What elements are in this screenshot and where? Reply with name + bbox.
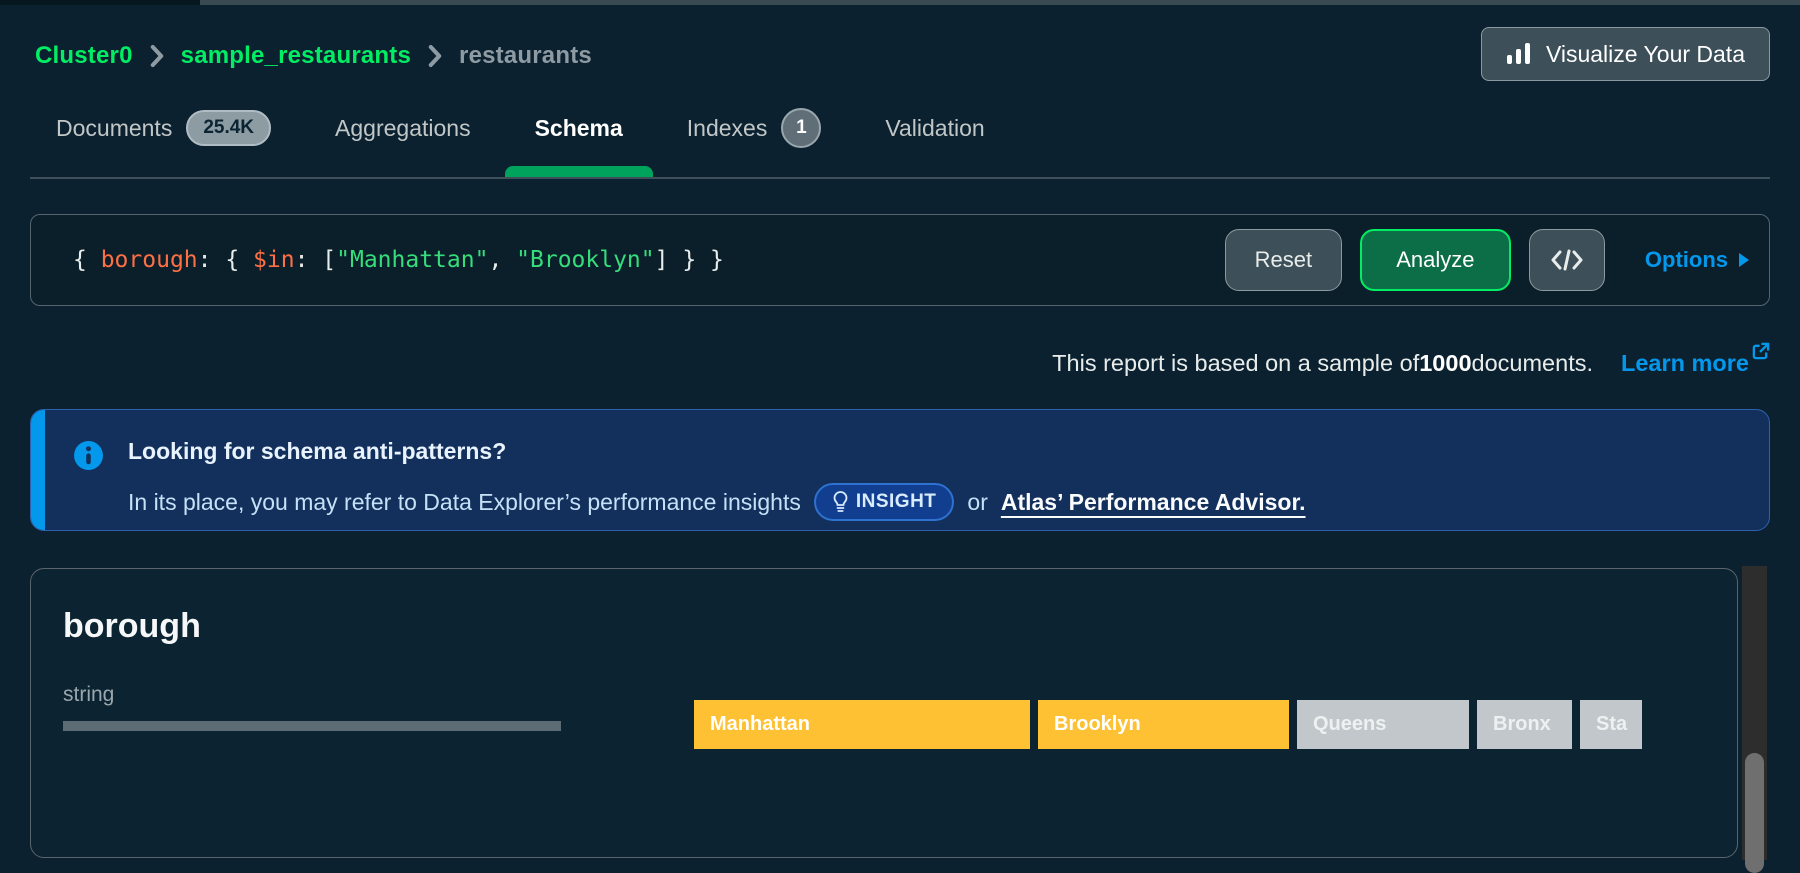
- chevron-right-icon: [148, 44, 166, 68]
- visualize-button-label: Visualize Your Data: [1546, 41, 1745, 68]
- scrollbar-track[interactable]: [1742, 566, 1767, 860]
- tab-documents[interactable]: Documents 25.4K: [56, 100, 271, 156]
- schema-anti-patterns-banner: Looking for schema anti-patterns? In its…: [30, 409, 1770, 531]
- export-to-language-button[interactable]: [1529, 229, 1605, 291]
- tab-label: Aggregations: [335, 115, 471, 142]
- banner-body: In its place, you may refer to Data Expl…: [128, 482, 1306, 522]
- tab-label: Schema: [535, 115, 623, 142]
- window-top-strip: [0, 0, 1800, 5]
- value-bar-brooklyn[interactable]: Brooklyn: [1038, 700, 1289, 749]
- breadcrumb-database[interactable]: sample_restaurants: [181, 42, 411, 70]
- query-input[interactable]: { borough: { $in: ["Manhattan", "Brookly…: [73, 247, 1225, 273]
- report-doc-count: 1000: [1419, 350, 1471, 377]
- schema-field-card-borough: borough string Manhattan Brooklyn Queens…: [30, 568, 1738, 858]
- query-segment: $in: [253, 247, 295, 273]
- tab-schema[interactable]: Schema: [535, 100, 623, 156]
- tab-validation[interactable]: Validation: [885, 100, 984, 156]
- learn-more-label: Learn more: [1621, 350, 1749, 377]
- banner-accent-stripe: [31, 410, 45, 530]
- tabs-divider: [30, 177, 1770, 179]
- field-type-label[interactable]: string: [63, 683, 114, 707]
- schema-tab-page: { "page": { "bg": "#0C2130", "accent_gre…: [0, 0, 1800, 860]
- query-bar: { borough: { $in: ["Manhattan", "Brookly…: [30, 214, 1770, 306]
- tab-label: Validation: [885, 115, 984, 142]
- caret-right-icon: [1739, 253, 1749, 267]
- field-type-distribution-bar[interactable]: [63, 721, 561, 731]
- scrollbar-thumb[interactable]: [1745, 753, 1764, 873]
- code-icon: [1550, 248, 1584, 272]
- query-segment: "Brooklyn": [516, 247, 654, 273]
- tab-label: Documents: [56, 115, 172, 142]
- value-bar-queens[interactable]: Queens: [1297, 700, 1469, 749]
- visualize-your-data-button[interactable]: Visualize Your Data: [1481, 27, 1770, 81]
- insight-badge-label: INSIGHT: [856, 491, 937, 513]
- field-name: borough: [63, 607, 201, 646]
- bar-chart-icon: [1506, 42, 1532, 66]
- info-icon: [73, 440, 104, 471]
- query-segment: "Manhattan": [336, 247, 488, 273]
- analyze-button[interactable]: Analyze: [1360, 229, 1511, 291]
- query-segment: : [: [295, 247, 337, 273]
- insight-badge: INSIGHT: [814, 483, 955, 521]
- report-text-prefix: This report is based on a sample of: [1052, 350, 1419, 377]
- value-bar-manhattan[interactable]: Manhattan: [694, 700, 1030, 749]
- documents-count-badge: 25.4K: [186, 110, 271, 147]
- breadcrumb-collection: restaurants: [459, 42, 592, 70]
- learn-more-link[interactable]: Learn more: [1621, 350, 1770, 377]
- performance-advisor-link[interactable]: Atlas’ Performance Advisor.: [1001, 489, 1306, 516]
- query-segment: {: [73, 247, 101, 273]
- query-segment: ,: [488, 247, 516, 273]
- query-segment: ] } }: [655, 247, 724, 273]
- value-bar-bronx[interactable]: Bronx: [1477, 700, 1572, 749]
- value-frequency-chart: Manhattan Brooklyn Queens Bronx Sta: [694, 700, 1642, 749]
- chevron-right-icon: [426, 44, 444, 68]
- query-segment: : {: [198, 247, 253, 273]
- report-text-suffix: documents.: [1472, 350, 1593, 377]
- banner-body-text: In its place, you may refer to Data Expl…: [128, 489, 801, 516]
- breadcrumb: Cluster0 sample_restaurants restaurants: [35, 38, 592, 74]
- window-top-strip-segment: [0, 0, 200, 5]
- indexes-count-badge: 1: [781, 108, 821, 148]
- value-bar-staten-island-truncated[interactable]: Sta: [1580, 700, 1642, 749]
- sample-report-line: This report is based on a sample of 1000…: [1052, 346, 1770, 380]
- collection-tabs: Documents 25.4K Aggregations Schema Inde…: [56, 100, 985, 156]
- options-label: Options: [1645, 247, 1728, 273]
- external-link-icon: [1751, 342, 1770, 361]
- tab-indexes[interactable]: Indexes 1: [687, 100, 822, 156]
- banner-connector: or: [967, 489, 987, 516]
- banner-title: Looking for schema anti-patterns?: [128, 438, 506, 465]
- options-toggle[interactable]: Options: [1645, 247, 1749, 273]
- breadcrumb-cluster[interactable]: Cluster0: [35, 42, 133, 70]
- reset-button[interactable]: Reset: [1225, 229, 1342, 291]
- query-segment: borough: [101, 247, 198, 273]
- lightbulb-icon: [832, 491, 849, 513]
- tab-aggregations[interactable]: Aggregations: [335, 100, 471, 156]
- tab-label: Indexes: [687, 115, 768, 142]
